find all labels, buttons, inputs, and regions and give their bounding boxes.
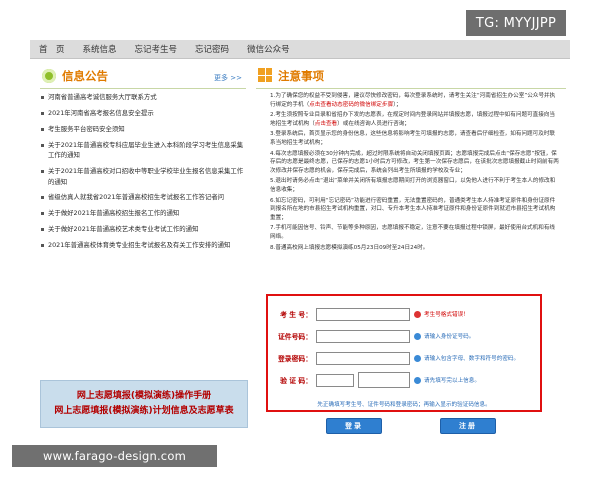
password-row: 登录密码： 请输入包含字母、数字和符号的密码。: [268, 350, 519, 366]
notice-panel: 注意事项 1.为了确保您的权益不受到侵害，建议尽快修改密码，每次登录系统时，请考…: [256, 62, 566, 442]
nav-system-info[interactable]: 系统信息: [74, 43, 126, 55]
nav-forgot-exam-number[interactable]: 忘记考生号: [126, 43, 187, 55]
tg-watermark: TG: MYYJJPP: [466, 10, 566, 36]
login-button[interactable]: 登录: [326, 418, 382, 434]
news-header: 信息公告 更多 >>: [40, 66, 246, 89]
captcha-image[interactable]: [358, 372, 410, 388]
notice-header: 注意事项: [256, 66, 566, 89]
login-form: 考 生 号： 考生号格式错误！ 证件号码： 请输入身份证号码。 登录密码： 请输…: [266, 294, 542, 412]
wechat-bind-link[interactable]: 点击查看动态密码的微信绑定步骤: [309, 102, 393, 108]
exam-number-hint: 考生号格式错误！: [414, 310, 469, 318]
notice-item: 8.普通高校网上填报志愿模拟演练05月23日09时至24日24时。: [270, 244, 429, 251]
register-button[interactable]: 注册: [440, 418, 496, 434]
info-icon: [414, 332, 421, 340]
news-item[interactable]: 省级仿真人就我省2021年普通高校招生考试报名工作答记者问: [40, 192, 246, 203]
url-watermark: www.farago-design.com: [12, 445, 217, 467]
notice-title: 注意事项: [278, 69, 324, 83]
notice-item: 1.为了确保您的权益不受到侵害，建议尽快修改密码，每次登录系统时，请考生关注“河…: [270, 93, 556, 108]
captcha-input[interactable]: [316, 373, 354, 387]
notice-item: 4.每次志愿填报必须在30分钟内完成，超过时限系统将自动关闭填报页面；志愿填报完…: [270, 150, 559, 174]
view-contact-link[interactable]: 点击查看: [315, 121, 337, 127]
id-number-row: 证件号码： 请输入身份证号码。: [268, 328, 474, 344]
grid-icon: [258, 68, 272, 82]
notice-item: 6.如忘记密码，可利用“忘记密码”功能进行密码重置，无法重置密码的，普通类考生本…: [270, 197, 556, 221]
news-item[interactable]: 考生服务平台密码安全须知: [40, 124, 246, 135]
news-title: 信息公告: [62, 69, 108, 83]
notice-item: 5.退出时请务必点击“退出”菜单并关闭所有填报志愿期间打开的浏览器窗口，以免他人…: [270, 178, 556, 193]
info-icon: [414, 354, 421, 362]
nav-home[interactable]: 首 页: [30, 43, 74, 55]
banner-manual-link[interactable]: 网上志愿填报(模拟演练)操作手册: [77, 389, 211, 404]
notice-list: 1.为了确保您的权益不受到侵害，建议尽快修改密码，每次登录系统时，请考生关注“河…: [270, 92, 560, 254]
nav-forgot-password[interactable]: 忘记密码: [186, 43, 238, 55]
banner-plan-link[interactable]: 网上志愿填报(模拟演练)计划信息及志愿草表: [54, 404, 233, 419]
id-number-label: 证件号码：: [278, 333, 312, 341]
mock-manual-banner: 网上志愿填报(模拟演练)操作手册 网上志愿填报(模拟演练)计划信息及志愿草表: [40, 380, 248, 428]
news-list: 河南省普通高考诚信服务大厅联系方式 2021年河南省高考报名信息安全提示 考生服…: [40, 92, 246, 256]
password-input[interactable]: [316, 351, 410, 365]
news-panel: 信息公告 更多 >> 河南省普通高考诚信服务大厅联系方式 2021年河南省高考报…: [40, 62, 248, 432]
captcha-row: 验 证 码： 请先填写完以上信息。: [268, 372, 480, 388]
captcha-label: 验 证 码：: [280, 377, 312, 385]
error-icon: [414, 310, 421, 318]
news-item[interactable]: 2021年河南省高考报名信息安全提示: [40, 108, 246, 119]
exam-number-row: 考 生 号： 考生号格式错误！: [268, 306, 469, 322]
circle-icon: [42, 69, 56, 83]
captcha-hint: 请先填写完以上信息。: [414, 376, 480, 384]
top-nav: 首 页 系统信息 忘记考生号 忘记密码 微信公众号: [30, 40, 570, 59]
news-item[interactable]: 关于2021年普通高校专科应届毕业生进入本科阶段学习考生信息采集工作的通知: [40, 140, 246, 161]
id-number-hint: 请输入身份证号码。: [414, 332, 474, 340]
notice-item: 2.考生须按照专业目录和省招办下发的志愿表，在规定时间内登录网站并填报志愿，填报…: [270, 112, 556, 127]
exam-number-input[interactable]: [316, 307, 410, 321]
info-icon: [414, 376, 421, 384]
nav-wechat[interactable]: 微信公众号: [238, 43, 299, 55]
news-item[interactable]: 关于做好2021年普通高校招生报名工作的通知: [40, 208, 246, 219]
news-item[interactable]: 河南省普通高考诚信服务大厅联系方式: [40, 92, 246, 103]
login-tip: 先正确填写考生号、证件号码和登录密码；再输入显示的验证码信息。: [317, 402, 491, 408]
password-hint: 请输入包含字母、数字和符号的密码。: [414, 354, 519, 362]
more-link[interactable]: 更多 >>: [214, 73, 242, 83]
news-item[interactable]: 关于做好2021年普通高校艺术类专业考试工作的通知: [40, 224, 246, 235]
exam-number-label: 考 生 号：: [280, 311, 312, 319]
notice-item: 7.手机可能因信号、铃声、节能等多种原因，志愿填报不稳定，注意不要在填报过程中锁…: [270, 225, 556, 240]
id-number-input[interactable]: [316, 329, 410, 343]
news-item[interactable]: 2021年普通高校体育类专业招生考试报名及有关工作安排的通知: [40, 240, 246, 251]
news-item[interactable]: 关于2021年普通高校对口招收中等职业学校毕业生报名信息采集工作的通知: [40, 166, 246, 187]
password-label: 登录密码：: [278, 355, 312, 363]
notice-item: 3.登录系统后，首页显示您的身份信息，这些信息将影响考生可填报的志愿，请查看后仔…: [270, 131, 556, 146]
